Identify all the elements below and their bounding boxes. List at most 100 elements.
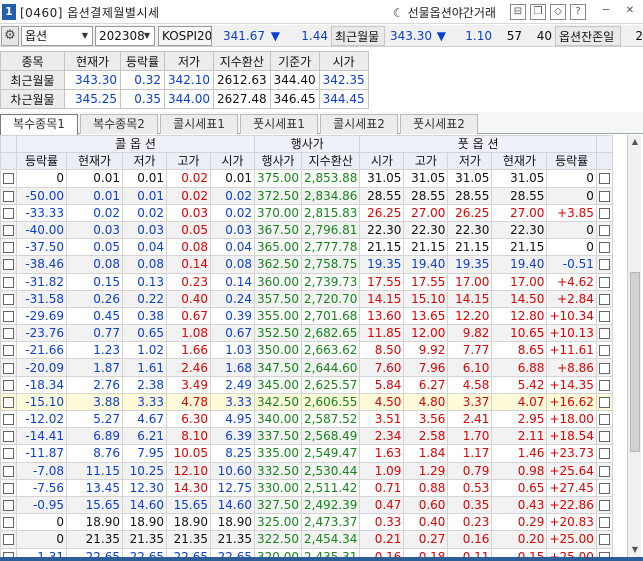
table-row[interactable]: -14.41 6.89 6.21 8.10 6.39 337.50 2,568.49 2.34… <box>0 427 613 446</box>
tab-put-2[interactable]: 풋시세표2 <box>400 114 478 134</box>
row-checkbox-call[interactable] <box>0 358 17 377</box>
checkbox-icon[interactable] <box>598 173 610 185</box>
checkbox-icon[interactable] <box>3 534 14 546</box>
row-checkbox-call[interactable] <box>0 530 17 549</box>
checkbox-icon[interactable] <box>3 259 14 271</box>
table-row[interactable]: -1.31 22.65 22.65 22.65 22.65 320.00 2,435.31 0… <box>0 547 613 557</box>
row-checkbox-call[interactable] <box>0 392 17 412</box>
column-header[interactable]: 지수환산 <box>300 152 361 171</box>
checkbox-icon[interactable] <box>3 482 14 494</box>
row-checkbox-put[interactable] <box>595 255 613 274</box>
row-checkbox-put[interactable] <box>595 341 613 360</box>
column-header[interactable]: 시가 <box>359 152 405 171</box>
table-row[interactable]: 0 0.01 0.01 0.02 0.01 375.00 2,853.88 31.05 31.0… <box>0 169 613 188</box>
row-checkbox-call[interactable] <box>0 272 17 291</box>
row-checkbox-call[interactable] <box>0 478 17 497</box>
row-checkbox-put[interactable] <box>595 306 613 326</box>
checkbox-icon[interactable] <box>598 225 610 237</box>
table-row[interactable]: -31.82 0.15 0.13 0.23 0.14 360.00 2,739.73 17.5… <box>0 272 613 291</box>
row-checkbox-call[interactable] <box>0 255 17 274</box>
row-checkbox-put[interactable] <box>595 427 613 446</box>
checkbox-icon[interactable] <box>3 431 14 443</box>
row-checkbox-call[interactable] <box>0 375 17 394</box>
row-checkbox-call[interactable] <box>0 341 17 360</box>
checkbox-icon[interactable] <box>3 517 14 529</box>
row-checkbox-put[interactable] <box>595 495 613 515</box>
checkbox-icon[interactable] <box>3 328 14 340</box>
scroll-thumb[interactable] <box>630 272 640 452</box>
table-row[interactable]: -18.34 2.76 2.38 3.49 2.49 345.00 2,625.57 5.84… <box>0 375 613 394</box>
row-checkbox-put[interactable] <box>595 324 613 343</box>
table-row[interactable]: -21.66 1.23 1.02 1.66 1.03 350.00 2,663.62 8.50… <box>0 341 613 360</box>
vertical-scrollbar[interactable]: ▲ ▼ <box>627 135 641 557</box>
checkbox-icon[interactable] <box>598 482 610 494</box>
table-row[interactable]: -23.76 0.77 0.65 1.08 0.67 352.50 2,682.65 11.8… <box>0 324 613 343</box>
row-checkbox-put[interactable] <box>595 409 613 429</box>
checkbox-icon[interactable] <box>598 310 610 322</box>
table-row[interactable]: -20.09 1.87 1.61 2.46 1.68 347.50 2,644.60 7.60… <box>0 358 613 377</box>
table-row[interactable]: 0 18.90 18.90 18.90 18.90 325.00 2,473.37 0.33 0… <box>0 513 613 532</box>
table-row[interactable]: -33.33 0.02 0.02 0.03 0.02 370.00 2,815.83 26.2… <box>0 203 613 222</box>
checkbox-icon[interactable] <box>3 379 14 391</box>
checkbox-icon[interactable] <box>3 293 14 305</box>
checkbox-icon[interactable] <box>3 310 14 322</box>
row-checkbox-call[interactable] <box>0 220 17 240</box>
row-checkbox-put[interactable] <box>595 186 613 205</box>
row-checkbox-put[interactable] <box>595 169 613 188</box>
checkbox-icon[interactable] <box>3 396 14 408</box>
checkbox-icon[interactable] <box>3 414 14 426</box>
checkbox-icon[interactable] <box>598 345 610 357</box>
row-checkbox-call[interactable] <box>0 444 17 463</box>
checkbox-icon[interactable] <box>598 293 610 305</box>
checkbox-icon[interactable] <box>3 173 14 185</box>
row-checkbox-put[interactable] <box>595 547 613 557</box>
column-header[interactable]: 시가 <box>210 152 255 171</box>
checkbox-icon[interactable] <box>598 242 610 254</box>
summary-row-next[interactable]: 차근월물 345.25 0.35 344.00 2627.48 346.45 3… <box>0 89 369 109</box>
column-header[interactable]: 저가 <box>122 152 167 171</box>
scroll-down-icon[interactable]: ▼ <box>628 543 642 557</box>
type-select[interactable]: 옵션 ▼ <box>21 26 93 46</box>
table-row[interactable]: -38.46 0.08 0.08 0.14 0.08 362.50 2,758.75 19.3… <box>0 255 613 274</box>
split-view-icon[interactable]: ⊟ <box>510 4 526 20</box>
table-row[interactable]: -7.08 11.15 10.25 12.10 10.60 332.50 2,530.44 1… <box>0 461 613 480</box>
help-icon[interactable]: ? <box>570 4 586 20</box>
row-checkbox-call[interactable] <box>0 513 17 532</box>
tab-call-2[interactable]: 콜시세표2 <box>320 114 398 134</box>
table-row[interactable]: -29.69 0.45 0.38 0.67 0.39 355.00 2,701.68 13.6… <box>0 306 613 326</box>
row-checkbox-put[interactable] <box>595 444 613 463</box>
checkbox-icon[interactable] <box>598 190 610 202</box>
month-select[interactable]: 202308 ▼ <box>95 26 155 46</box>
table-row[interactable]: -11.87 8.76 7.95 10.05 8.25 335.00 2,549.47 1.6… <box>0 444 613 463</box>
table-row[interactable]: -50.00 0.01 0.01 0.02 0.02 372.50 2,834.86 28.5… <box>0 186 613 205</box>
row-checkbox-put[interactable] <box>595 392 613 412</box>
row-checkbox-put[interactable] <box>595 478 613 497</box>
row-checkbox-put[interactable] <box>595 375 613 394</box>
checkbox-icon[interactable] <box>598 534 610 546</box>
restore-window-icon[interactable]: ❐ <box>530 4 546 20</box>
checkbox-icon[interactable] <box>598 431 610 443</box>
row-checkbox-call[interactable] <box>0 461 17 480</box>
checkbox-icon[interactable] <box>3 225 14 237</box>
column-header[interactable]: 행사가 <box>254 152 302 171</box>
column-header[interactable]: 고가 <box>166 152 211 171</box>
checkbox-icon[interactable] <box>598 500 610 512</box>
row-checkbox-call[interactable] <box>0 547 17 557</box>
table-row[interactable]: -7.56 13.45 12.30 14.30 12.75 330.00 2,511.42 0… <box>0 478 613 497</box>
table-row[interactable]: -31.58 0.26 0.22 0.40 0.24 357.50 2,720.70 14.1… <box>0 289 613 308</box>
column-header[interactable]: 저가 <box>447 152 493 171</box>
row-checkbox-call[interactable] <box>0 427 17 446</box>
checkbox-icon[interactable] <box>3 448 14 460</box>
tab-multi-2[interactable]: 복수종목2 <box>80 114 158 134</box>
checkbox-icon[interactable] <box>598 379 610 391</box>
column-header[interactable]: 현재가 <box>66 152 123 171</box>
tab-multi-1[interactable]: 복수종목1 <box>0 114 78 135</box>
checkbox-icon[interactable] <box>3 207 14 219</box>
row-checkbox-call[interactable] <box>0 306 17 326</box>
checkbox-icon[interactable] <box>3 190 14 202</box>
row-checkbox-call[interactable] <box>0 409 17 429</box>
column-header[interactable]: 등락률 <box>16 152 67 171</box>
checkbox-icon[interactable] <box>598 448 610 460</box>
pin-icon[interactable]: ◇ <box>550 4 566 20</box>
checkbox-icon[interactable] <box>3 362 14 374</box>
